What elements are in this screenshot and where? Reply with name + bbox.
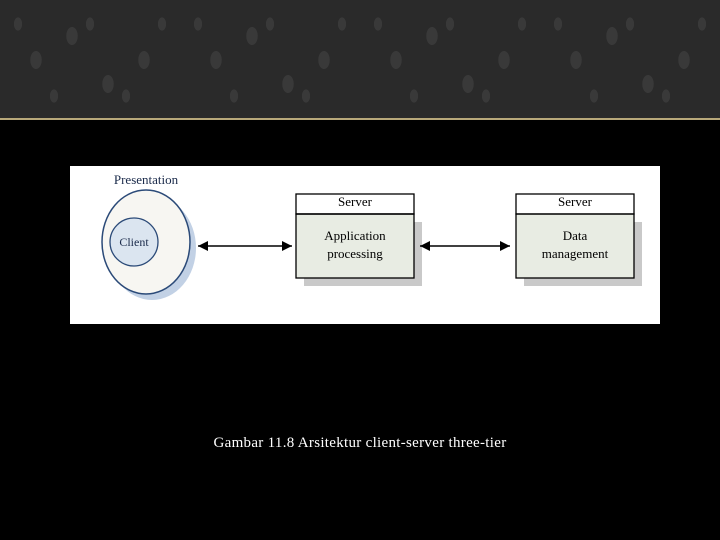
architecture-diagram: Client Presentation Server Application p…	[70, 166, 660, 324]
slide-header-band	[0, 0, 720, 120]
client-label: Client	[119, 235, 149, 249]
presentation-label: Presentation	[114, 172, 179, 187]
data-label-2: management	[542, 246, 609, 261]
damask-pattern	[0, 0, 720, 118]
three-tier-svg: Client Presentation Server Application p…	[70, 166, 660, 324]
data-group-label: Server	[558, 194, 593, 209]
data-label-1: Data	[563, 228, 588, 243]
app-group-label: Server	[338, 194, 373, 209]
app-label-1: Application	[324, 228, 386, 243]
arrowhead-right-1	[282, 241, 292, 251]
app-label-2: processing	[327, 246, 383, 261]
arrowhead-left-1	[198, 241, 208, 251]
arrowhead-right-2	[500, 241, 510, 251]
figure-caption: Gambar 11.8 Arsitektur client-server thr…	[0, 435, 720, 452]
